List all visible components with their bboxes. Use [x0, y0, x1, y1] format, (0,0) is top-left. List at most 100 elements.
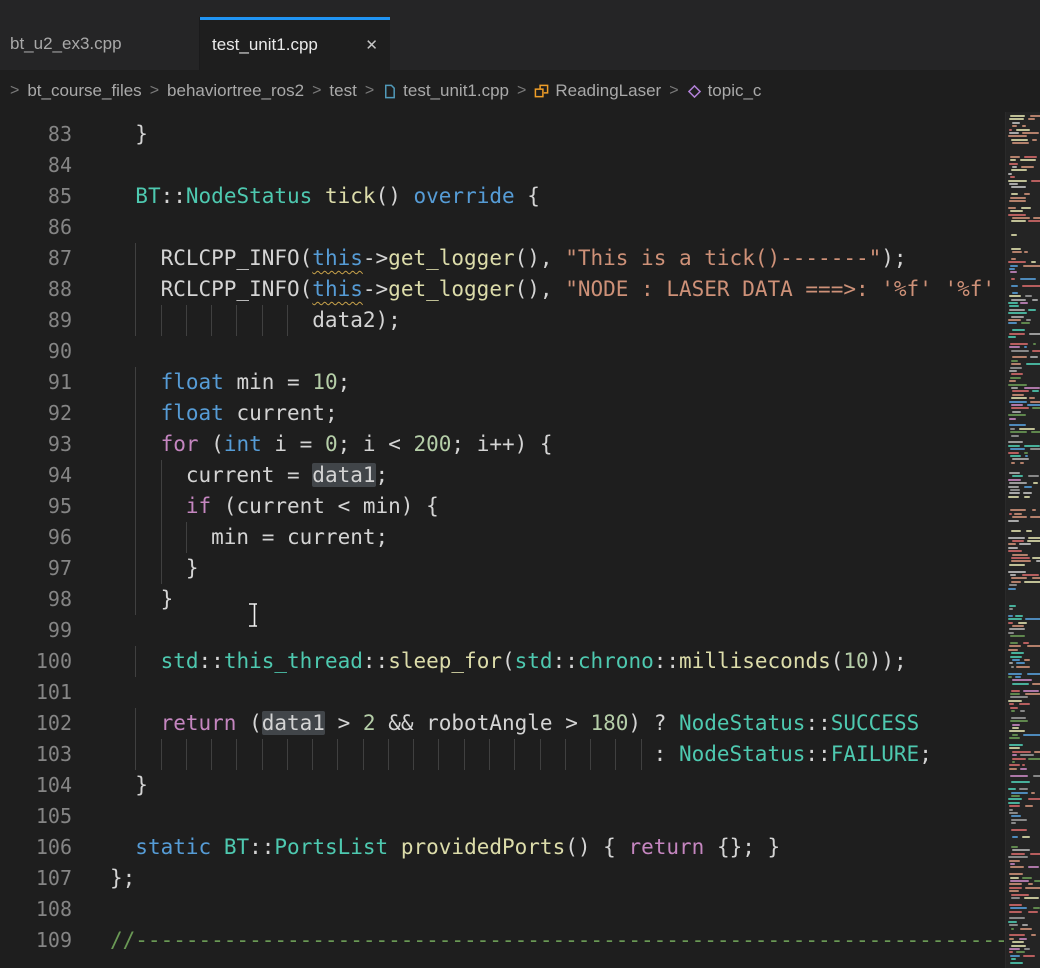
- code-line[interactable]: 87 RCLCPP_INFO(this->get_logger(), "This…: [0, 243, 1006, 274]
- minimap-line: [1009, 424, 1026, 426]
- code-line[interactable]: 97 }: [0, 553, 1006, 584]
- minimap-line: [1011, 853, 1025, 855]
- code-token: (),: [515, 277, 566, 301]
- line-number: 97: [0, 553, 72, 584]
- breadcrumb-item[interactable]: test_unit1.cpp: [382, 81, 509, 101]
- code-token: RCLCPP_INFO(: [110, 246, 312, 270]
- minimap-line: [1030, 448, 1040, 450]
- breadcrumb-item[interactable]: behaviortree_ros2: [167, 81, 304, 101]
- code-line[interactable]: 92 float current;: [0, 398, 1006, 429]
- code-token: min =: [224, 370, 313, 394]
- breadcrumb: >bt_course_files>behaviortree_ros2>test>…: [0, 70, 1040, 112]
- code-line[interactable]: 105: [0, 801, 1006, 832]
- code-line[interactable]: 93 for (int i = 0; i < 200; i++) {: [0, 429, 1006, 460]
- minimap-line: [1024, 581, 1040, 583]
- minimap-line: [1010, 271, 1017, 273]
- code-text: static BT::PortsList providedPorts() { r…: [110, 832, 780, 863]
- indent-guide: [565, 739, 566, 770]
- minimap-line: [1025, 693, 1040, 695]
- breadcrumb-item[interactable]: topic_c: [687, 81, 762, 101]
- minimap-line: [1008, 180, 1027, 182]
- minimap-line: [1009, 608, 1013, 610]
- line-number: 99: [0, 615, 72, 646]
- minimap-line: [1019, 703, 1031, 705]
- minimap-line: [1031, 431, 1040, 433]
- minimap-line: [1009, 768, 1017, 770]
- minimap-line: [1023, 734, 1040, 736]
- breadcrumb-item[interactable]: bt_course_files: [27, 81, 141, 101]
- minimap-line: [1012, 761, 1015, 763]
- symbol-class-icon: [534, 84, 549, 99]
- minimap-line: [1022, 574, 1039, 576]
- minimap-line: [1011, 577, 1027, 579]
- minimap-line: [1012, 540, 1024, 542]
- code-line[interactable]: 95 if (current < min) {: [0, 491, 1006, 522]
- breadcrumb-item[interactable]: test: [329, 81, 356, 101]
- breadcrumb-item[interactable]: ReadingLaser: [534, 81, 661, 101]
- minimap-line: [1022, 132, 1039, 134]
- minimap-line: [1020, 159, 1036, 161]
- minimap-line: [1009, 200, 1026, 202]
- minimap-line: [1011, 404, 1023, 406]
- minimap-line: [1009, 129, 1012, 131]
- code-line[interactable]: 104 }: [0, 770, 1006, 801]
- code-token: i =: [262, 432, 325, 456]
- code-line[interactable]: 94 current = data1;: [0, 460, 1006, 491]
- code-token: current;: [224, 401, 338, 425]
- minimap-line: [1028, 537, 1040, 539]
- code-line[interactable]: 103 : NodeStatus::FAILURE;: [0, 739, 1006, 770]
- code-line[interactable]: 91 float min = 10;: [0, 367, 1006, 398]
- minimap-line: [1015, 615, 1023, 617]
- code-line[interactable]: 86: [0, 212, 1006, 243]
- minimap[interactable]: [1005, 112, 1040, 968]
- code-line[interactable]: 89 data2);: [0, 305, 1006, 336]
- code-line[interactable]: 109//-----------------------------------…: [0, 925, 1006, 956]
- code-token: SUCCESS: [831, 711, 920, 735]
- minimap-line: [1011, 407, 1029, 409]
- code-line[interactable]: 90: [0, 336, 1006, 367]
- code-line[interactable]: 96 min = current;: [0, 522, 1006, 553]
- code-line[interactable]: 100 std::this_thread::sleep_for(std::chr…: [0, 646, 1006, 677]
- minimap-line: [1008, 802, 1020, 804]
- indent-guide: [135, 522, 136, 553]
- code-token: tick: [325, 184, 376, 208]
- tab-bt-u2-ex3[interactable]: bt_u2_ex3.cpp: [0, 17, 200, 70]
- code-line[interactable]: 102 return (data1 > 2 && robotAngle > 18…: [0, 708, 1006, 739]
- minimap-line: [1023, 492, 1032, 494]
- minimap-line: [1010, 343, 1028, 345]
- minimap-line: [1008, 319, 1021, 321]
- minimap-line: [1011, 717, 1026, 719]
- code-token: float: [161, 370, 224, 394]
- code-token: (: [236, 711, 261, 735]
- indent-guide: [615, 739, 616, 770]
- indent-guide: [211, 739, 212, 770]
- minimap-line: [1011, 829, 1027, 831]
- code-line[interactable]: 101: [0, 677, 1006, 708]
- code-line[interactable]: 83 }: [0, 119, 1006, 150]
- tab-bar: bt_u2_ex3.cpp test_unit1.cpp ✕: [0, 0, 1040, 70]
- editor[interactable]: 83 }8485 BT::NodeStatus tick() override …: [0, 112, 1040, 968]
- code-line[interactable]: 108: [0, 894, 1006, 925]
- minimap-line: [1028, 220, 1040, 222]
- code-line[interactable]: 99: [0, 615, 1006, 646]
- code-line[interactable]: 85 BT::NodeStatus tick() override {: [0, 181, 1006, 212]
- minimap-line: [1008, 173, 1012, 175]
- code-line[interactable]: 106 static BT::PortsList providedPorts()…: [0, 832, 1006, 863]
- code-token: data2);: [110, 308, 401, 332]
- code-line[interactable]: 84: [0, 150, 1006, 181]
- line-number: 89: [0, 305, 72, 336]
- minimap-line: [1020, 462, 1024, 464]
- code-token: NodeStatus: [186, 184, 312, 208]
- minimap-line: [1009, 948, 1020, 950]
- code-token: RCLCPP_INFO(: [110, 277, 312, 301]
- code-line[interactable]: 98 }: [0, 584, 1006, 615]
- minimap-line: [1011, 248, 1021, 250]
- code-line[interactable]: 107};: [0, 863, 1006, 894]
- indent-guide: [135, 646, 136, 677]
- code-token: (),: [515, 246, 566, 270]
- tab-test-unit1[interactable]: test_unit1.cpp ✕: [200, 17, 390, 70]
- minimap-line: [1010, 962, 1023, 964]
- close-icon[interactable]: ✕: [365, 36, 378, 54]
- code-line[interactable]: 88 RCLCPP_INFO(this->get_logger(), "NODE…: [0, 274, 1006, 305]
- code-text: return (data1 > 2 && robotAngle > 180) ?…: [110, 708, 919, 739]
